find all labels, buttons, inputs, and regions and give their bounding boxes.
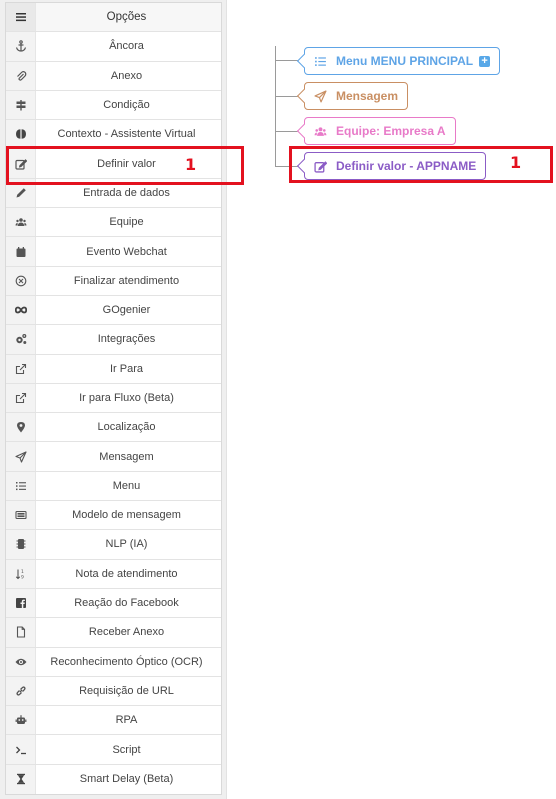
sidebar-item-label: Entrada de dados — [83, 186, 170, 199]
sidebar-item-label: Finalizar atendimento — [73, 274, 180, 287]
sidebar-item-label: Mensagem — [99, 450, 154, 463]
sidebar-item-requisicao-url[interactable]: Requisição de URL — [6, 676, 221, 707]
sidebar-item-script[interactable]: Script — [6, 735, 221, 765]
sidebar-item-label: Menu — [112, 479, 141, 492]
sidebar-item-finalizar-atendimento[interactable]: Finalizar atendimento — [6, 266, 221, 296]
infinity-icon — [6, 295, 36, 325]
sidebar-item-ocr[interactable]: Reconhecimento Óptico (OCR) — [6, 647, 221, 677]
sidebar-item-smart-delay[interactable]: Smart Delay (Beta) — [6, 764, 221, 795]
sidebar-item-localizacao[interactable]: Localização — [6, 413, 221, 443]
sidebar-item-anexo[interactable]: Anexo — [6, 61, 221, 91]
sidebar-item-label: Requisição de URL — [79, 684, 174, 697]
chip-icon — [6, 530, 36, 559]
sidebar-item-label: Script — [112, 743, 141, 756]
edit-icon — [6, 149, 36, 178]
sidebar-item-ancora[interactable]: Âncora — [6, 32, 221, 62]
svg-text:1: 1 — [21, 569, 24, 575]
eye-icon — [6, 647, 36, 676]
sidebar-item-evento-webchat[interactable]: Evento Webchat — [6, 237, 221, 267]
flow-node-label: Definir valor - APPNAME — [336, 159, 477, 173]
sidebar-item-equipe[interactable]: Equipe — [6, 208, 221, 238]
anchor-icon — [6, 32, 36, 61]
flow-node-label: Mensagem — [336, 89, 399, 103]
sidebar-item-rpa[interactable]: RPA — [6, 706, 221, 736]
signpost-icon — [6, 90, 36, 120]
sidebar-item-label: Receber Anexo — [88, 626, 165, 639]
robot-icon — [6, 706, 36, 735]
sidebar-item-entrada-de-dados[interactable]: Entrada de dados — [6, 178, 221, 209]
flow-node-equipe[interactable]: Equipe: Empresa A — [296, 117, 456, 145]
flow-node-label: Menu MENU PRINCIPAL — [336, 54, 474, 68]
brain-icon — [6, 120, 36, 149]
paperclip-icon — [6, 61, 36, 90]
flow-node-label: Equipe: Empresa A — [336, 124, 446, 138]
gears-icon — [6, 325, 36, 354]
sidebar-item-label: Reconhecimento Óptico (OCR) — [50, 655, 203, 668]
link-icon — [6, 676, 36, 706]
sidebar-item-label: Modelo de mensagem — [72, 509, 181, 522]
sidebar-item-label: Equipe — [109, 216, 144, 229]
list-icon — [6, 471, 36, 501]
external-link-icon — [6, 354, 36, 383]
options-panel: Opções Âncora Anexo Condição Contexto - — [5, 2, 222, 796]
sidebar-item-label: Ir Para — [109, 362, 143, 375]
sidebar-item-contexto[interactable]: Contexto - Assistente Virtual — [6, 120, 221, 150]
sidebar-item-label: Nota de atendimento — [75, 567, 178, 580]
external-link-icon — [6, 383, 36, 413]
sidebar-item-receber-anexo[interactable]: Receber Anexo — [6, 618, 221, 648]
users-icon — [6, 208, 36, 237]
sidebar-item-label: Evento Webchat — [86, 245, 167, 258]
paper-plane-icon — [314, 89, 327, 103]
plus-icon[interactable]: + — [479, 55, 491, 67]
sidebar-item-gogenier[interactable]: GOgenier — [6, 295, 221, 326]
sidebar-item-label: Reação do Facebook — [74, 597, 179, 610]
sidebar-item-condicao[interactable]: Condição — [6, 90, 221, 121]
flow-node-definir-valor[interactable]: Definir valor - APPNAME — [296, 152, 487, 180]
sidebar-item-ir-para-fluxo[interactable]: Ir para Fluxo (Beta) — [6, 383, 221, 414]
hourglass-icon — [6, 764, 36, 795]
flow-node-menu[interactable]: Menu MENU PRINCIPAL + — [296, 47, 501, 75]
sidebar-item-reacao-facebook[interactable]: Reação do Facebook — [6, 588, 221, 619]
sidebar-item-ir-para[interactable]: Ir Para — [6, 354, 221, 384]
sidebar-item-label: Integrações — [97, 333, 156, 346]
edit-icon — [314, 160, 327, 173]
facebook-icon — [6, 588, 36, 618]
pencil-icon — [6, 178, 36, 208]
users-icon — [314, 126, 327, 136]
sidebar-item-label: Anexo — [110, 69, 143, 82]
sidebar-item-mensagem[interactable]: Mensagem — [6, 442, 221, 472]
sidebar-item-label: Smart Delay (Beta) — [79, 773, 174, 786]
map-pin-icon — [6, 413, 36, 442]
file-icon — [6, 618, 36, 647]
sidebar-item-label: GOgenier — [102, 304, 151, 317]
options-title: Opções — [106, 11, 147, 24]
calendar-icon — [6, 237, 36, 266]
sidebar-highlight-number: 1 — [185, 155, 197, 174]
sidebar-item-nlp[interactable]: NLP (IA) — [6, 530, 221, 560]
sidebar-item-menu[interactable]: Menu — [6, 471, 221, 502]
sort-icon: 19 — [6, 559, 36, 588]
options-header: Opções — [6, 3, 221, 33]
terminal-icon — [6, 735, 36, 764]
sidebar-item-label: RPA — [115, 714, 138, 727]
paper-plane-icon — [6, 442, 36, 471]
sidebar-item-label: NLP (IA) — [105, 538, 148, 551]
flow-node-mensagem[interactable]: Mensagem — [296, 82, 409, 110]
sidebar-item-label: Âncora — [109, 40, 144, 53]
sidebar-item-nota-de-atendimento[interactable]: 19 Nota de atendimento — [6, 559, 221, 589]
list-icon — [315, 56, 326, 66]
circle-x-icon — [6, 266, 36, 295]
hamburger-menu-icon[interactable] — [6, 3, 36, 32]
tree-connector-vertical — [275, 46, 276, 167]
flow-highlight-number: 1 — [510, 153, 522, 172]
options-sidebar: Opções Âncora Anexo Condição Contexto - — [0, 0, 227, 799]
sidebar-item-label: Contexto - Assistente Virtual — [57, 128, 196, 141]
svg-text:9: 9 — [21, 574, 24, 580]
sidebar-item-modelo-de-mensagem[interactable]: Modelo de mensagem — [6, 501, 221, 531]
sidebar-item-label: Localização — [97, 421, 156, 434]
template-icon — [6, 501, 36, 530]
sidebar-item-label: Ir para Fluxo (Beta) — [79, 392, 174, 404]
sidebar-item-integracoes[interactable]: Integrações — [6, 325, 221, 355]
sidebar-item-label: Condição — [103, 99, 150, 112]
